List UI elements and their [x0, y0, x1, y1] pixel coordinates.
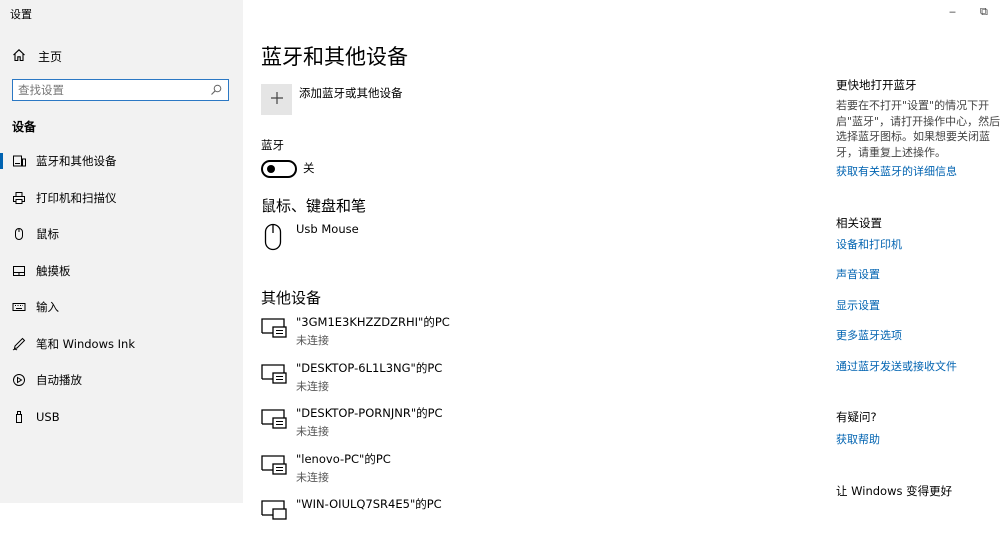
device-item[interactable]: "DESKTOP-6L1L3NG"的PC 未连接: [261, 360, 781, 400]
bluetooth-label: 蓝牙: [261, 138, 284, 152]
related-settings-heading: 相关设置: [836, 216, 882, 230]
devices-printers-link[interactable]: 设备和打印机: [836, 236, 902, 252]
touchpad-icon: [11, 263, 27, 279]
device-status: 未连接: [296, 425, 329, 438]
sidebar-item-typing[interactable]: 输入: [0, 289, 243, 326]
device-item[interactable]: "WIN-OIULQ7SR4E5"的PC: [261, 496, 781, 536]
printer-icon: [11, 190, 27, 206]
pc-device-icon: [261, 500, 287, 523]
sidebar-item-usb[interactable]: USB: [0, 399, 243, 436]
device-status: 未连接: [296, 380, 329, 393]
sidebar: 设置 主页 设备 蓝牙和其他设备 打印机和扫描仪: [0, 0, 243, 503]
home-label: 主页: [38, 49, 63, 64]
search-box: [12, 79, 229, 101]
pen-icon: [11, 336, 27, 352]
search-icon[interactable]: [210, 84, 222, 99]
sidebar-nav: 蓝牙和其他设备 打印机和扫描仪 鼠标 触摸板 输入 笔和 Windows Ink…: [0, 143, 243, 435]
sidebar-item-label: 打印机和扫描仪: [36, 190, 117, 205]
more-bluetooth-options-link[interactable]: 更多蓝牙选项: [836, 327, 902, 343]
home-nav[interactable]: 主页: [12, 46, 62, 66]
sidebar-item-autoplay[interactable]: 自动播放: [0, 362, 243, 399]
home-icon: [12, 48, 26, 65]
sidebar-item-label: 蓝牙和其他设备: [36, 154, 117, 169]
pc-device-icon: [261, 409, 287, 432]
bluetooth-devices-icon: [11, 153, 27, 169]
bluetooth-info-link[interactable]: 获取有关蓝牙的详细信息: [836, 163, 957, 179]
sidebar-item-mouse[interactable]: 鼠标: [0, 216, 243, 253]
device-name: "3GM1E3KHZZDZRHI"的PC: [296, 315, 450, 329]
sidebar-item-bluetooth[interactable]: 蓝牙和其他设备: [0, 143, 243, 180]
sidebar-item-printers[interactable]: 打印机和扫描仪: [0, 180, 243, 217]
device-item[interactable]: "DESKTOP-PORNJNR"的PC 未连接: [261, 405, 781, 445]
pc-device-icon: [261, 455, 287, 478]
mouse-device-name[interactable]: Usb Mouse: [296, 222, 359, 236]
quick-bluetooth-text: 若要在不打开"设置"的情况下开启"蓝牙"，请打开操作中心，然后选择蓝牙图标。如果…: [836, 99, 1000, 159]
device-name: "DESKTOP-PORNJNR"的PC: [296, 406, 443, 420]
bluetooth-file-transfer-link[interactable]: 通过蓝牙发送或接收文件: [836, 358, 957, 374]
device-status: 未连接: [296, 334, 329, 347]
page-title: 蓝牙和其他设备: [261, 45, 408, 69]
mouse-keyboard-pen-heading: 鼠标、键盘和笔: [261, 197, 367, 215]
autoplay-icon: [11, 372, 27, 388]
sidebar-item-label: 笔和 Windows Ink: [36, 336, 135, 351]
pc-device-icon: [261, 318, 287, 341]
device-name: "lenovo-PC"的PC: [296, 452, 391, 466]
add-device-button[interactable]: [261, 84, 292, 115]
sound-settings-link[interactable]: 声音设置: [836, 266, 880, 282]
right-panel: 更快地打开蓝牙 若要在不打开"设置"的情况下开启"蓝牙"，请打开操作中心，然后选…: [836, 0, 1000, 503]
bluetooth-state: 关: [303, 161, 315, 175]
display-settings-link[interactable]: 显示设置: [836, 297, 880, 313]
mouse-icon: [11, 226, 27, 242]
app-title: 设置: [10, 8, 32, 21]
device-item[interactable]: "lenovo-PC"的PC 未连接: [261, 451, 781, 491]
keyboard-icon: [11, 299, 27, 315]
main-content: 蓝牙和其他设备 添加蓝牙或其他设备 蓝牙 关 鼠标、键盘和笔 Usb Mouse…: [261, 0, 821, 520]
sidebar-item-label: 自动播放: [36, 373, 82, 388]
feedback-heading: 让 Windows 变得更好: [836, 484, 953, 498]
section-label-devices: 设备: [12, 120, 37, 134]
device-name: "WIN-OIULQ7SR4E5"的PC: [296, 497, 442, 511]
device-item[interactable]: "3GM1E3KHZZDZRHI"的PC 未连接: [261, 314, 781, 354]
sidebar-item-label: 鼠标: [36, 227, 59, 242]
search-input[interactable]: [13, 81, 208, 99]
get-help-link[interactable]: 获取帮助: [836, 431, 880, 447]
pc-device-icon: [261, 364, 287, 387]
sidebar-item-label: 输入: [36, 300, 59, 315]
sidebar-item-label: 触摸板: [36, 263, 71, 278]
other-devices-heading: 其他设备: [261, 289, 322, 307]
sidebar-item-touchpad[interactable]: 触摸板: [0, 253, 243, 290]
mouse-device-icon: [264, 223, 282, 254]
plus-icon: [270, 91, 284, 108]
bluetooth-toggle[interactable]: [261, 160, 297, 178]
toggle-knob: [267, 165, 275, 173]
device-status: 未连接: [296, 471, 329, 484]
quick-bluetooth-heading: 更快地打开蓝牙: [836, 78, 917, 92]
device-name: "DESKTOP-6L1L3NG"的PC: [296, 361, 443, 375]
help-heading: 有疑问?: [836, 410, 877, 424]
usb-icon: [11, 409, 27, 425]
sidebar-item-pen[interactable]: 笔和 Windows Ink: [0, 326, 243, 363]
sidebar-item-label: USB: [36, 409, 60, 424]
add-device-label[interactable]: 添加蓝牙或其他设备: [299, 85, 403, 101]
